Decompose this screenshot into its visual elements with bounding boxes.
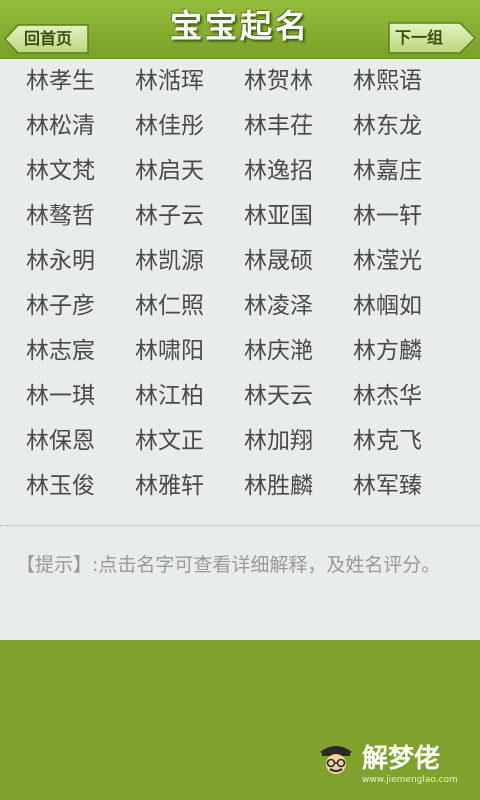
content-panel: 林孝生 林湉珲 林贺林 林熙语 林松清 林佳彤 林丰茌 林东龙 林文梵 林启天 … <box>0 59 480 640</box>
name-item[interactable]: 林启天 <box>135 149 235 194</box>
name-item[interactable]: 林子彦 <box>26 284 126 329</box>
name-item[interactable]: 林一轩 <box>353 194 453 239</box>
name-item[interactable]: 林保恩 <box>26 419 126 464</box>
name-item[interactable]: 林江柏 <box>135 374 235 419</box>
name-item[interactable]: 林志宸 <box>26 329 126 374</box>
watermark: 解梦佬 www.jiemenglao.com <box>312 738 472 788</box>
watermark-text: 解梦佬 <box>362 744 441 774</box>
name-item[interactable]: 林亚国 <box>244 194 344 239</box>
name-item[interactable]: 林佳彤 <box>135 104 235 149</box>
name-item[interactable]: 林庆滟 <box>244 329 344 374</box>
name-item[interactable]: 林永明 <box>26 239 126 284</box>
name-item[interactable]: 林仁照 <box>135 284 235 329</box>
name-item[interactable]: 林凌泽 <box>244 284 344 329</box>
name-item[interactable]: 林加翔 <box>244 419 344 464</box>
name-item[interactable]: 林孝生 <box>26 59 126 104</box>
name-item[interactable]: 林熙语 <box>353 59 453 104</box>
name-item[interactable]: 林贺林 <box>244 59 344 104</box>
name-item[interactable]: 林晟硕 <box>244 239 344 284</box>
name-item[interactable]: 林雅轩 <box>135 464 235 509</box>
detective-logo-icon <box>320 746 352 774</box>
name-item[interactable]: 林帼如 <box>353 284 453 329</box>
name-item[interactable]: 林东龙 <box>353 104 453 149</box>
name-item[interactable]: 林胜麟 <box>244 464 344 509</box>
name-item[interactable]: 林文梵 <box>26 149 126 194</box>
name-item[interactable]: 林方麟 <box>353 329 453 374</box>
tip-text: 【提示】:点击名字可查看详细解释，及姓名评分。 <box>16 554 441 576</box>
name-item[interactable]: 林子云 <box>135 194 235 239</box>
name-item[interactable]: 林滢光 <box>353 239 453 284</box>
name-item[interactable]: 林松清 <box>26 104 126 149</box>
dotted-divider <box>0 525 480 526</box>
watermark-url: www.jiemenglao.com <box>362 775 458 785</box>
next-group-button[interactable]: 下一组 <box>388 22 476 54</box>
name-item[interactable]: 林湉珲 <box>135 59 235 104</box>
name-item[interactable]: 林军臻 <box>353 464 453 509</box>
name-item[interactable]: 林骜哲 <box>26 194 126 239</box>
name-item[interactable]: 林丰茌 <box>244 104 344 149</box>
name-item[interactable]: 林文正 <box>135 419 235 464</box>
name-item[interactable]: 林一琪 <box>26 374 126 419</box>
name-item[interactable]: 林玉俊 <box>26 464 126 509</box>
name-item[interactable]: 林天云 <box>244 374 344 419</box>
name-item[interactable]: 林嘉庄 <box>353 149 453 194</box>
name-item[interactable]: 林啸阳 <box>135 329 235 374</box>
next-group-label: 下一组 <box>395 28 444 47</box>
name-item[interactable]: 林凯源 <box>135 239 235 284</box>
header-bar: 回首页 宝宝起名 下一组 <box>0 0 480 59</box>
name-item[interactable]: 林杰华 <box>353 374 453 419</box>
name-item[interactable]: 林克飞 <box>353 419 453 464</box>
name-item[interactable]: 林逸招 <box>244 149 344 194</box>
